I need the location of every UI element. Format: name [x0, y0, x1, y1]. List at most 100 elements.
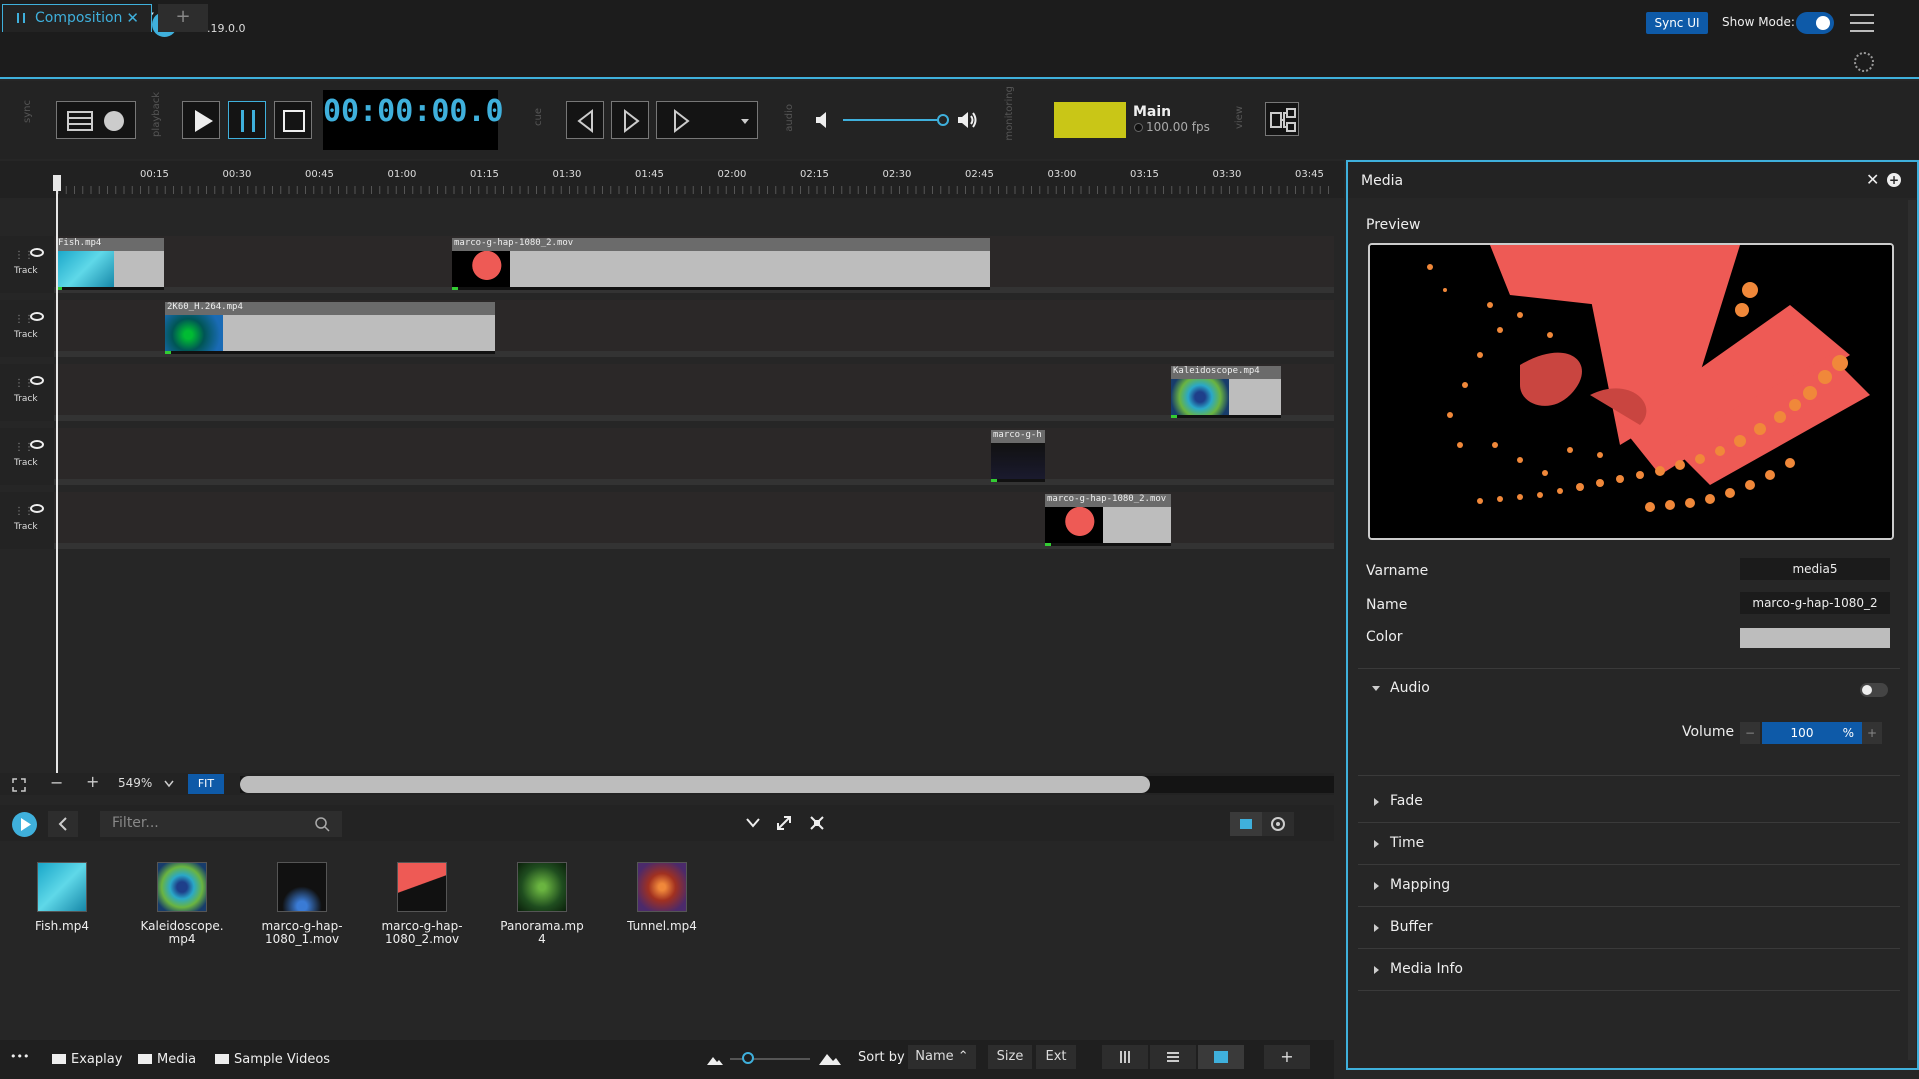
timeline-clip[interactable]: marco-g-hap-1080_2.mov [452, 238, 990, 290]
media-item[interactable]: Panorama.mp 4 [492, 862, 592, 946]
gear-icon[interactable] [1854, 52, 1874, 72]
thumbnail-size-handle[interactable] [742, 1052, 754, 1064]
track-header[interactable]: ⋮⋮ Track [0, 364, 54, 421]
timeline-clip[interactable]: 2K60_H.264.mp4 [165, 302, 495, 354]
media-item[interactable]: Fish.mp4 [12, 862, 112, 933]
chevron-down-icon[interactable] [164, 780, 174, 788]
pause-icon [17, 13, 25, 23]
name-field[interactable]: marco-g-hap-1080_2 [1740, 592, 1890, 614]
timeline-clip[interactable]: Kaleidoscope.mp4 [1171, 366, 1281, 418]
breadcrumb-exaplay[interactable]: Exaplay [52, 1052, 122, 1067]
add-media-button[interactable]: + [1264, 1045, 1310, 1069]
sync-ui-button[interactable]: Sync UI [1646, 12, 1708, 34]
media-item[interactable]: Tunnel.mp4 [612, 862, 712, 933]
columns-view-button[interactable] [1102, 1045, 1148, 1069]
track-header[interactable]: ⋮⋮ Track [0, 236, 54, 293]
thumbnail-view-button[interactable] [1230, 812, 1262, 836]
breadcrumb-sample-videos[interactable]: Sample Videos [215, 1052, 330, 1067]
search-icon[interactable] [314, 816, 330, 832]
caret-right-icon[interactable] [1374, 924, 1379, 932]
caret-right-icon[interactable] [1374, 798, 1379, 806]
section-header[interactable]: Fade [1390, 793, 1423, 809]
eye-icon[interactable] [30, 440, 44, 449]
fit-button[interactable]: FIT [188, 774, 224, 794]
stop-button[interactable] [274, 101, 312, 139]
panel-scrollbar[interactable] [1908, 200, 1916, 1060]
volume-field[interactable]: 100 % [1762, 722, 1862, 744]
node-view-button[interactable] [1265, 102, 1299, 136]
section-header[interactable]: Buffer [1390, 919, 1433, 935]
pause-button[interactable] [228, 101, 266, 139]
filter-input[interactable]: Filter... [100, 811, 342, 837]
volume-low-icon[interactable] [814, 110, 832, 130]
add-tab-button[interactable]: + [158, 4, 208, 32]
back-button[interactable] [48, 811, 78, 837]
section-header[interactable]: Mapping [1390, 877, 1450, 893]
media-item[interactable]: Kaleidoscope. mp4 [132, 862, 232, 946]
timeline-clip[interactable]: marco-g-hap-1080_2.mov [1045, 494, 1171, 546]
menu-icon[interactable] [1850, 14, 1874, 34]
volume-high-icon[interactable] [956, 110, 978, 130]
varname-field[interactable]: media5 [1740, 558, 1890, 580]
exaplay-home-icon[interactable] [12, 812, 37, 837]
fit-screen-icon[interactable] [809, 815, 825, 831]
timeline-clip[interactable]: Fish.mp4 [56, 238, 164, 290]
next-cue-button[interactable] [611, 101, 649, 139]
disc-view-button[interactable] [1262, 812, 1294, 836]
sync-button[interactable] [56, 101, 136, 139]
zoom-level[interactable]: 549% [118, 776, 152, 790]
caret-right-icon[interactable] [1374, 966, 1379, 974]
media-item[interactable]: marco-g-hap- 1080_1.mov [252, 862, 352, 946]
caret-right-icon[interactable] [1374, 840, 1379, 848]
volume-slider[interactable] [843, 119, 943, 121]
track-header[interactable]: ⋮⋮ Track [0, 428, 54, 485]
show-mode-toggle[interactable] [1796, 12, 1834, 34]
caret-down-icon[interactable] [1372, 686, 1380, 691]
volume-decrease-button[interactable]: − [1740, 722, 1760, 744]
fullscreen-icon[interactable] [12, 778, 26, 792]
sort-size-button[interactable]: Size [988, 1045, 1032, 1069]
eye-icon[interactable] [30, 376, 44, 385]
section-header[interactable]: Time [1390, 835, 1424, 851]
output-color-swatch[interactable] [1054, 102, 1126, 138]
caret-right-icon[interactable] [1374, 882, 1379, 890]
list-view-button[interactable] [1150, 1045, 1196, 1069]
audio-section-header[interactable]: Audio [1390, 680, 1430, 696]
close-tab-icon[interactable]: ✕ [126, 9, 139, 27]
track-row[interactable] [0, 364, 1334, 421]
add-panel-icon[interactable]: + [1887, 173, 1901, 187]
track-label: Track [14, 330, 38, 340]
image-large-icon[interactable] [818, 1048, 842, 1066]
grid-view-button[interactable] [1198, 1045, 1244, 1069]
expand-icon[interactable] [776, 815, 792, 831]
play-button[interactable] [182, 101, 220, 139]
chevron-down-icon[interactable] [745, 817, 761, 829]
more-options-button[interactable]: ••• [10, 1050, 29, 1063]
timeline-scrollbar-thumb[interactable] [240, 776, 1150, 793]
playhead[interactable] [56, 175, 58, 773]
track-row[interactable] [0, 428, 1334, 485]
tab-composition[interactable]: Composition ✕ [2, 4, 152, 32]
go-cue-dropdown[interactable] [656, 101, 758, 139]
image-small-icon[interactable] [706, 1052, 724, 1066]
previous-cue-button[interactable] [566, 101, 604, 139]
breadcrumb-media[interactable]: Media [138, 1052, 196, 1067]
zoom-out-button[interactable]: − [50, 773, 63, 792]
track-header[interactable]: ⋮⋮ Track [0, 300, 54, 357]
timeline-clip[interactable]: marco-g-h [991, 430, 1045, 482]
zoom-in-button[interactable]: + [86, 772, 99, 791]
sort-name-button[interactable]: Name ⌃ [908, 1045, 976, 1069]
volume-increase-button[interactable]: + [1862, 722, 1882, 744]
eye-icon[interactable] [30, 312, 44, 321]
sort-ext-button[interactable]: Ext [1036, 1045, 1076, 1069]
media-item[interactable]: marco-g-hap- 1080_2.mov [372, 862, 472, 946]
close-icon[interactable]: ✕ [1866, 170, 1879, 189]
track-header[interactable]: ⋮⋮ Track [0, 492, 54, 549]
audio-toggle[interactable] [1860, 683, 1888, 697]
color-field[interactable] [1740, 628, 1890, 648]
playhead-handle[interactable] [53, 175, 61, 191]
eye-icon[interactable] [30, 248, 44, 257]
section-header[interactable]: Media Info [1390, 961, 1463, 977]
eye-icon[interactable] [30, 504, 44, 513]
volume-slider-handle[interactable] [937, 114, 949, 126]
